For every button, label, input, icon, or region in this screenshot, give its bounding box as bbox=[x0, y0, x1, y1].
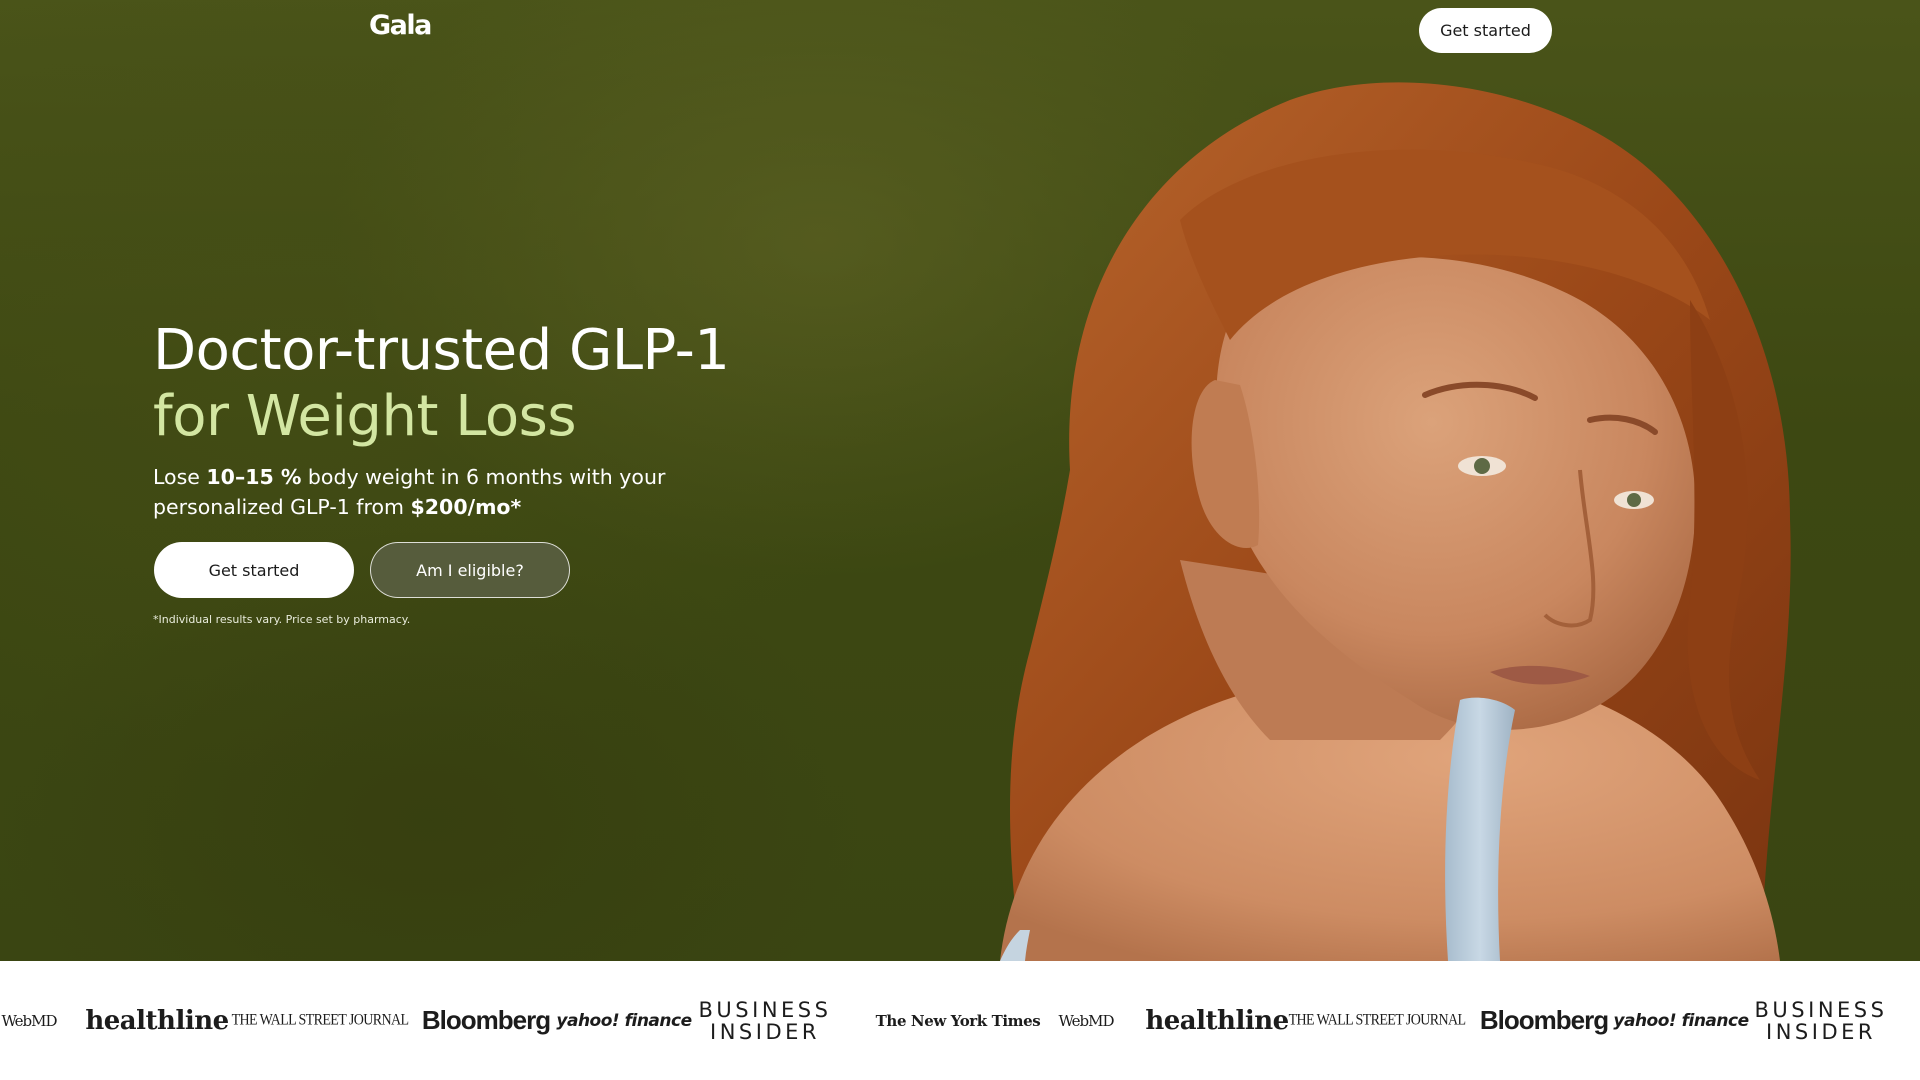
press-logo-yahoo-finance: yahoo! finance bbox=[1613, 1010, 1749, 1031]
eligibility-button[interactable]: Am I eligible? bbox=[370, 542, 570, 598]
get-started-button[interactable]: Get started bbox=[154, 542, 354, 598]
press-logo-wsj: THE WALL STREET JOURNAL bbox=[231, 1011, 409, 1029]
subtitle-text-1: Lose bbox=[153, 465, 207, 489]
press-logo-wsj: THE WALL STREET JOURNAL bbox=[1288, 1011, 1466, 1029]
headline-line1: Doctor-trusted GLP-1 bbox=[153, 318, 730, 383]
press-logo-nyt: The New York Times bbox=[875, 1011, 1041, 1030]
press-logo-webmd: WebMD bbox=[1058, 1011, 1114, 1030]
press-logo-healthline: healthline bbox=[1145, 1005, 1289, 1036]
hero-section: Gala Get started Doctor-trusted GLP-1 fo… bbox=[0, 0, 1920, 961]
subtitle-weight-range: 10–15 % bbox=[206, 465, 302, 489]
press-logo-bloomberg: Bloomberg bbox=[421, 1005, 551, 1035]
press-logo-webmd: WebMD bbox=[1, 1011, 57, 1030]
subtitle-price: $200/mo* bbox=[410, 495, 522, 519]
hero-headline: Doctor-trusted GLP-1 for Weight Loss bbox=[153, 318, 730, 450]
press-logo-business-insider: BUSINESS INSIDER bbox=[1754, 997, 1888, 1044]
headline-line2: for Weight Loss bbox=[153, 384, 577, 449]
press-logo-yahoo-finance: yahoo! finance bbox=[556, 1010, 692, 1031]
nav-get-started-button[interactable]: Get started bbox=[1419, 8, 1552, 53]
press-logo-healthline: healthline bbox=[85, 1005, 229, 1036]
press-logo-bloomberg: Bloomberg bbox=[1479, 1005, 1609, 1035]
disclaimer-text: *Individual results vary. Price set by p… bbox=[153, 613, 411, 626]
press-logo-business-insider: BUSINESS INSIDER bbox=[698, 997, 832, 1044]
press-logo-bar: WebMD healthline THE WALL STREET JOURNAL… bbox=[0, 961, 1920, 1080]
hero-subtitle: Lose 10–15 % body weight in 6 months wit… bbox=[153, 462, 713, 522]
brand-logo[interactable]: Gala bbox=[369, 10, 432, 41]
